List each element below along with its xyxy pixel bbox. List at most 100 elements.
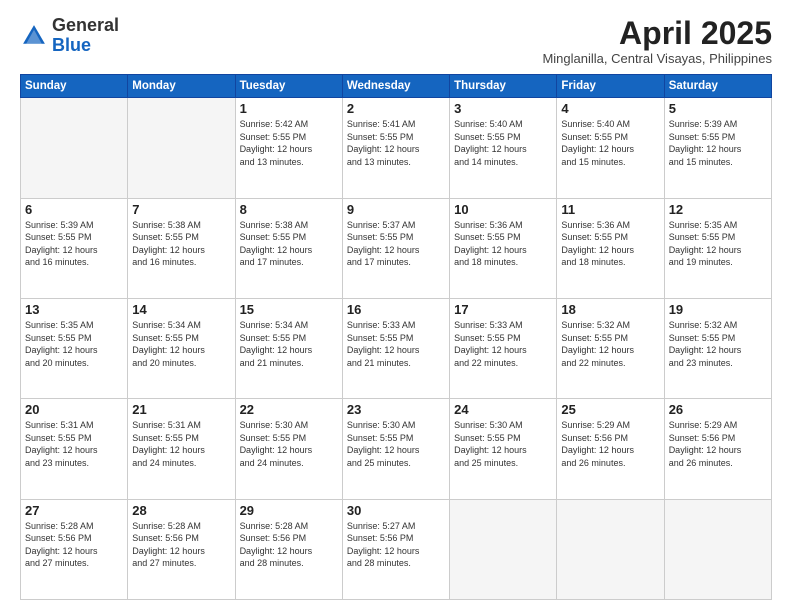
day-number: 21 [132, 402, 230, 417]
day-number: 28 [132, 503, 230, 518]
day-detail: Sunrise: 5:31 AM Sunset: 5:55 PM Dayligh… [132, 419, 230, 469]
month-title: April 2025 [542, 16, 772, 51]
day-number: 16 [347, 302, 445, 317]
day-detail: Sunrise: 5:30 AM Sunset: 5:55 PM Dayligh… [454, 419, 552, 469]
day-number: 20 [25, 402, 123, 417]
day-cell: 16 Sunrise: 5:33 AM Sunset: 5:55 PM Dayli… [342, 298, 449, 398]
day-detail: Sunrise: 5:41 AM Sunset: 5:55 PM Dayligh… [347, 118, 445, 168]
day-number: 4 [561, 101, 659, 116]
day-number: 24 [454, 402, 552, 417]
header: General Blue April 2025 Minglanilla, Cen… [20, 16, 772, 66]
location: Minglanilla, Central Visayas, Philippine… [542, 51, 772, 66]
day-number: 3 [454, 101, 552, 116]
day-cell: 26Sunrise: 5:29 AM Sunset: 5:56 PM Dayli… [664, 399, 771, 499]
calendar-table: SundayMondayTuesdayWednesdayThursdayFrid… [20, 74, 772, 600]
title-block: April 2025 Minglanilla, Central Visayas,… [542, 16, 772, 66]
day-number: 7 [132, 202, 230, 217]
logo-text: General Blue [52, 16, 119, 56]
week-row-0: 1 Sunrise: 5:42 AM Sunset: 5:55 PM Daylig… [21, 98, 772, 198]
logo-icon [20, 22, 48, 50]
day-detail: Sunrise: 5:38 AM Sunset: 5:55 PM Dayligh… [240, 219, 338, 269]
day-detail: Sunrise: 5:39 AM Sunset: 5:55 PM Dayligh… [669, 118, 767, 168]
day-number: 29 [240, 503, 338, 518]
day-cell: 1 Sunrise: 5:42 AM Sunset: 5:55 PM Daylig… [235, 98, 342, 198]
day-cell [128, 98, 235, 198]
day-number: 23 [347, 402, 445, 417]
day-number: 13 [25, 302, 123, 317]
day-detail: Sunrise: 5:32 AM Sunset: 5:55 PM Dayligh… [669, 319, 767, 369]
weekday-header-saturday: Saturday [664, 75, 771, 98]
day-detail: Sunrise: 5:29 AM Sunset: 5:56 PM Dayligh… [669, 419, 767, 469]
day-detail: Sunrise: 5:30 AM Sunset: 5:55 PM Dayligh… [347, 419, 445, 469]
day-number: 6 [25, 202, 123, 217]
day-cell: 19 Sunrise: 5:32 AM Sunset: 5:55 PM Dayli… [664, 298, 771, 398]
day-detail: Sunrise: 5:33 AM Sunset: 5:55 PM Dayligh… [347, 319, 445, 369]
day-number: 15 [240, 302, 338, 317]
day-cell: 5 Sunrise: 5:39 AM Sunset: 5:55 PM Daylig… [664, 98, 771, 198]
day-cell [557, 499, 664, 599]
day-cell: 12Sunrise: 5:35 AM Sunset: 5:55 PM Dayli… [664, 198, 771, 298]
day-cell: 6 Sunrise: 5:39 AM Sunset: 5:55 PM Daylig… [21, 198, 128, 298]
weekday-header-thursday: Thursday [450, 75, 557, 98]
day-cell: 15Sunrise: 5:34 AM Sunset: 5:55 PM Dayli… [235, 298, 342, 398]
week-row-1: 6 Sunrise: 5:39 AM Sunset: 5:55 PM Daylig… [21, 198, 772, 298]
day-number: 17 [454, 302, 552, 317]
week-row-3: 20 Sunrise: 5:31 AM Sunset: 5:55 PM Dayli… [21, 399, 772, 499]
day-number: 10 [454, 202, 552, 217]
day-detail: Sunrise: 5:28 AM Sunset: 5:56 PM Dayligh… [240, 520, 338, 570]
day-cell: 3 Sunrise: 5:40 AM Sunset: 5:55 PM Daylig… [450, 98, 557, 198]
day-number: 5 [669, 101, 767, 116]
day-cell: 23 Sunrise: 5:30 AM Sunset: 5:55 PM Dayli… [342, 399, 449, 499]
day-cell: 24 Sunrise: 5:30 AM Sunset: 5:55 PM Dayli… [450, 399, 557, 499]
day-detail: Sunrise: 5:40 AM Sunset: 5:55 PM Dayligh… [454, 118, 552, 168]
day-detail: Sunrise: 5:35 AM Sunset: 5:55 PM Dayligh… [25, 319, 123, 369]
logo-blue: Blue [52, 35, 91, 55]
day-detail: Sunrise: 5:39 AM Sunset: 5:55 PM Dayligh… [25, 219, 123, 269]
weekday-header-row: SundayMondayTuesdayWednesdayThursdayFrid… [21, 75, 772, 98]
day-number: 14 [132, 302, 230, 317]
day-cell: 22 Sunrise: 5:30 AM Sunset: 5:55 PM Dayli… [235, 399, 342, 499]
day-detail: Sunrise: 5:31 AM Sunset: 5:55 PM Dayligh… [25, 419, 123, 469]
day-number: 19 [669, 302, 767, 317]
day-number: 18 [561, 302, 659, 317]
day-cell: 7 Sunrise: 5:38 AM Sunset: 5:55 PM Daylig… [128, 198, 235, 298]
weekday-header-tuesday: Tuesday [235, 75, 342, 98]
day-number: 22 [240, 402, 338, 417]
day-number: 9 [347, 202, 445, 217]
day-cell: 25Sunrise: 5:29 AM Sunset: 5:56 PM Dayli… [557, 399, 664, 499]
day-cell: 14Sunrise: 5:34 AM Sunset: 5:55 PM Dayli… [128, 298, 235, 398]
day-cell: 10 Sunrise: 5:36 AM Sunset: 5:55 PM Dayli… [450, 198, 557, 298]
day-number: 8 [240, 202, 338, 217]
day-cell: 8 Sunrise: 5:38 AM Sunset: 5:55 PM Daylig… [235, 198, 342, 298]
day-cell: 17 Sunrise: 5:33 AM Sunset: 5:55 PM Dayli… [450, 298, 557, 398]
day-detail: Sunrise: 5:38 AM Sunset: 5:55 PM Dayligh… [132, 219, 230, 269]
day-detail: Sunrise: 5:36 AM Sunset: 5:55 PM Dayligh… [454, 219, 552, 269]
day-cell: 20 Sunrise: 5:31 AM Sunset: 5:55 PM Dayli… [21, 399, 128, 499]
day-cell: 21 Sunrise: 5:31 AM Sunset: 5:55 PM Dayli… [128, 399, 235, 499]
day-number: 11 [561, 202, 659, 217]
day-cell: 13 Sunrise: 5:35 AM Sunset: 5:55 PM Dayli… [21, 298, 128, 398]
day-number: 1 [240, 101, 338, 116]
day-number: 27 [25, 503, 123, 518]
day-cell: 27 Sunrise: 5:28 AM Sunset: 5:56 PM Dayli… [21, 499, 128, 599]
day-cell [450, 499, 557, 599]
day-number: 25 [561, 402, 659, 417]
weekday-header-friday: Friday [557, 75, 664, 98]
day-detail: Sunrise: 5:42 AM Sunset: 5:55 PM Dayligh… [240, 118, 338, 168]
day-detail: Sunrise: 5:32 AM Sunset: 5:55 PM Dayligh… [561, 319, 659, 369]
day-number: 12 [669, 202, 767, 217]
day-cell: 30Sunrise: 5:27 AM Sunset: 5:56 PM Dayli… [342, 499, 449, 599]
logo: General Blue [20, 16, 119, 56]
day-detail: Sunrise: 5:37 AM Sunset: 5:55 PM Dayligh… [347, 219, 445, 269]
day-cell [21, 98, 128, 198]
weekday-header-wednesday: Wednesday [342, 75, 449, 98]
day-cell [664, 499, 771, 599]
day-detail: Sunrise: 5:36 AM Sunset: 5:55 PM Dayligh… [561, 219, 659, 269]
day-detail: Sunrise: 5:28 AM Sunset: 5:56 PM Dayligh… [25, 520, 123, 570]
day-detail: Sunrise: 5:33 AM Sunset: 5:55 PM Dayligh… [454, 319, 552, 369]
logo-general: General [52, 15, 119, 35]
day-cell: 11 Sunrise: 5:36 AM Sunset: 5:55 PM Dayli… [557, 198, 664, 298]
page: General Blue April 2025 Minglanilla, Cen… [0, 0, 792, 612]
day-detail: Sunrise: 5:30 AM Sunset: 5:55 PM Dayligh… [240, 419, 338, 469]
week-row-2: 13 Sunrise: 5:35 AM Sunset: 5:55 PM Dayli… [21, 298, 772, 398]
